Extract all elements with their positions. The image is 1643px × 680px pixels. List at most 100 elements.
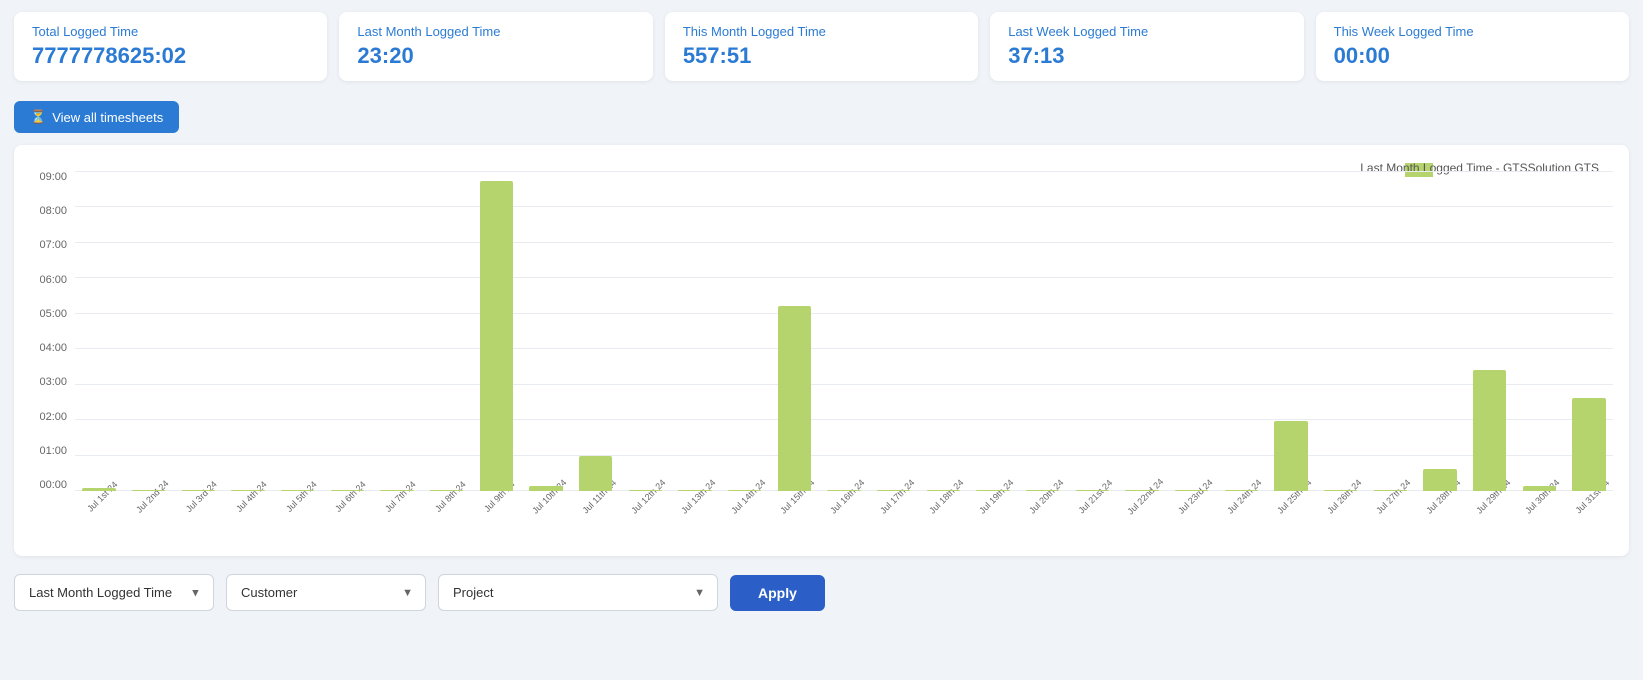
bar-col [621,171,669,491]
bar-col [671,171,719,491]
chart-area: Last Month Logged Time - GTSSolution GTS… [14,145,1629,556]
stat-label-1: Last Month Logged Time [357,24,634,39]
bar [1175,490,1208,491]
bar [1423,469,1456,491]
toolbar: ⏳ View all timesheets [0,93,1643,137]
bar [132,490,165,491]
chart-container: 09:00 08:00 07:00 06:00 05:00 04:00 03:00 02:00… [30,171,1613,491]
bar [281,490,314,491]
bar-col [919,171,967,491]
bar-col [870,171,918,491]
stat-label-0: Total Logged Time [32,24,309,39]
bar [778,306,811,491]
stat-value-0: 7777778625:02 [32,43,309,69]
bottom-controls: Last Month Logged Time ▲ Customer ▼ Proj… [0,564,1643,621]
bar-col [75,171,123,491]
stat-value-3: 37:13 [1008,43,1285,69]
y-axis-label: 04:00 [39,342,67,354]
bar [529,486,562,491]
y-axis-label: 05:00 [39,308,67,320]
bar [182,490,215,491]
bar [877,490,910,491]
bar-col [1366,171,1414,491]
bar [331,490,364,491]
chevron-up-icon: ▲ [190,587,201,599]
customer-label: Customer [241,585,297,600]
customer-select[interactable]: Customer ▼ [226,574,426,611]
bar-col [125,171,173,491]
bar-col [1118,171,1166,491]
bar-col [472,171,520,491]
apply-button[interactable]: Apply [730,575,825,611]
bar [1572,398,1605,491]
bar-col [224,171,272,491]
stat-card-4: This Week Logged Time 00:00 [1316,12,1629,81]
bar-col [423,171,471,491]
bar [827,490,860,491]
stat-card-3: Last Week Logged Time 37:13 [990,12,1303,81]
bars-row [75,171,1613,491]
bar [231,490,264,491]
stat-label-2: This Month Logged Time [683,24,960,39]
stat-label-3: Last Week Logged Time [1008,24,1285,39]
y-axis-label: 06:00 [39,274,67,286]
bar [629,490,662,491]
bar [579,456,612,491]
bar [1026,490,1059,491]
bar-col [1466,171,1514,491]
y-axis-label: 02:00 [39,411,67,423]
bar [678,490,711,491]
bar [430,490,463,491]
bar-col [1019,171,1067,491]
y-axis-label: 01:00 [39,445,67,457]
bar [1225,490,1258,491]
bar [728,490,761,491]
time-period-select[interactable]: Last Month Logged Time ▲ [14,574,214,611]
bar-col [1515,171,1563,491]
stats-row: Total Logged Time 7777778625:02 Last Mon… [0,0,1643,93]
chevron-down-icon-2: ▼ [694,587,705,599]
bar-col [274,171,322,491]
stat-value-4: 00:00 [1334,43,1611,69]
view-all-label: View all timesheets [52,110,163,125]
y-axis-label: 08:00 [39,205,67,217]
bar [927,490,960,491]
project-select[interactable]: Project ▼ [438,574,718,611]
bar [1274,421,1307,491]
clock-icon: ⏳ [30,109,46,125]
bar-col [770,171,818,491]
y-axis-label: 00:00 [39,479,67,491]
bar [1125,490,1158,491]
bar-col [721,171,769,491]
bar-col [1416,171,1464,491]
bar-col [1565,171,1613,491]
bar [1324,490,1357,491]
bar [1473,370,1506,491]
x-labels: Jul 1st 24Jul 2nd 24Jul 3rd 24Jul 4th 24… [75,493,1613,548]
bar-col [373,171,421,491]
chevron-down-icon: ▼ [402,587,413,599]
bar [82,488,115,491]
y-axis-label: 03:00 [39,376,67,388]
bar-col [1317,171,1365,491]
stat-card-1: Last Month Logged Time 23:20 [339,12,652,81]
bars-wrapper [75,171,1613,491]
y-axis: 09:00 08:00 07:00 06:00 05:00 04:00 03:00 02:00… [30,171,75,491]
y-axis-label: 09:00 [39,171,67,183]
bar-col [174,171,222,491]
bar [1076,490,1109,491]
stat-card-2: This Month Logged Time 557:51 [665,12,978,81]
bar-col [969,171,1017,491]
stat-value-2: 557:51 [683,43,960,69]
bar-col [1217,171,1265,491]
time-period-label: Last Month Logged Time [29,585,172,600]
bar-col [323,171,371,491]
project-label: Project [453,585,493,600]
stat-value-1: 23:20 [357,43,634,69]
bar [976,490,1009,491]
y-axis-label: 07:00 [39,239,67,251]
bar [1374,490,1407,491]
bar [1523,486,1556,491]
bar [480,181,513,491]
view-all-timesheets-button[interactable]: ⏳ View all timesheets [14,101,179,133]
